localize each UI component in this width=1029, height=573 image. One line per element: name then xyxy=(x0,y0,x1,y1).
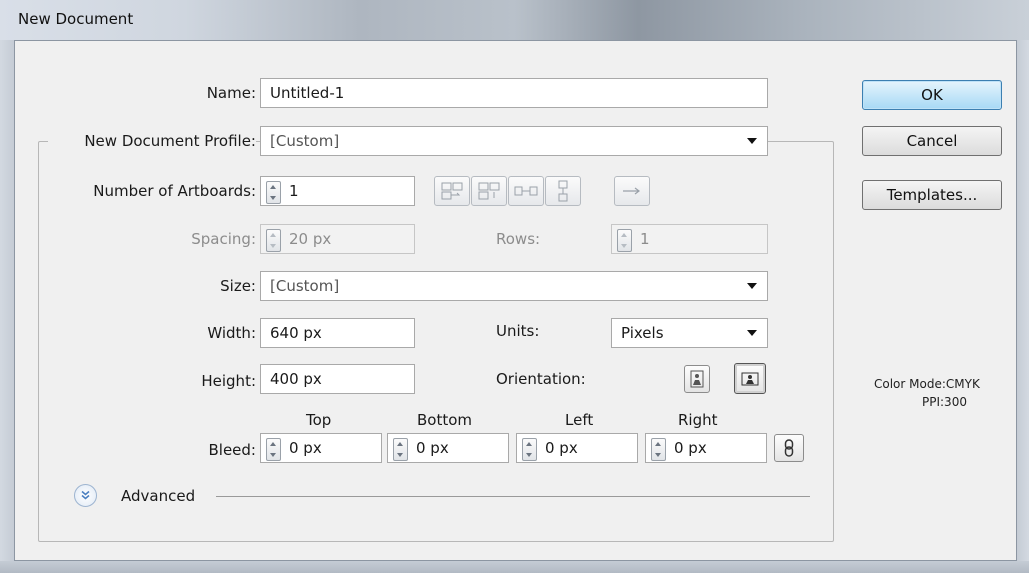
height-input[interactable]: 400 px xyxy=(260,364,415,394)
landscape-orientation-icon[interactable] xyxy=(734,363,766,394)
bleed-bottom-stepper[interactable]: 0 px xyxy=(387,433,509,463)
width-value: 640 px xyxy=(270,324,322,342)
orientation-label: Orientation: xyxy=(496,370,586,388)
dialog-titlebar[interactable] xyxy=(0,0,1029,40)
spacing-stepper[interactable]: 20 px xyxy=(260,224,415,254)
name-input[interactable]: Untitled-1 xyxy=(260,78,768,108)
artboards-label: Number of Artboards: xyxy=(93,182,256,200)
right-to-left-arrow-icon[interactable] xyxy=(614,176,650,206)
chevron-down-icon xyxy=(747,138,757,144)
artboards-value: 1 xyxy=(289,182,299,200)
size-dropdown-value: [Custom] xyxy=(270,277,340,295)
ok-button[interactable]: OK xyxy=(862,80,1002,110)
link-bleed-icon[interactable] xyxy=(774,434,804,462)
bleed-top-value: 0 px xyxy=(289,439,322,457)
units-label: Units: xyxy=(496,322,540,340)
artboards-stepper[interactable]: 1 xyxy=(260,176,415,206)
ppi-info: PPI:300 xyxy=(922,395,967,409)
bleed-label: Bleed: xyxy=(208,441,257,459)
arrange-by-row-icon[interactable] xyxy=(508,176,544,206)
templates-button[interactable]: Templates... xyxy=(862,180,1002,210)
width-label: Width: xyxy=(207,324,256,342)
units-dropdown[interactable]: Pixels xyxy=(611,318,768,348)
bleed-left-label: Left xyxy=(565,411,594,429)
cancel-button[interactable]: Cancel xyxy=(862,126,1002,156)
stepper-arrows-icon[interactable] xyxy=(266,438,281,461)
advanced-label[interactable]: Advanced xyxy=(121,487,195,505)
bleed-bottom-label: Bottom xyxy=(417,411,473,429)
size-dropdown[interactable]: [Custom] xyxy=(260,271,768,301)
stepper-arrows-icon xyxy=(266,229,281,252)
profile-label: New Document Profile: xyxy=(48,132,256,150)
name-label: Name: xyxy=(206,84,256,102)
window-frame-left xyxy=(0,40,14,573)
stepper-arrows-icon[interactable] xyxy=(651,438,666,461)
bleed-right-value: 0 px xyxy=(674,439,707,457)
stepper-arrows-icon[interactable] xyxy=(266,181,281,204)
bleed-bottom-value: 0 px xyxy=(416,439,449,457)
advanced-divider xyxy=(216,496,810,497)
height-value: 400 px xyxy=(270,370,322,388)
advanced-expand-icon[interactable] xyxy=(74,484,97,507)
stepper-arrows-icon[interactable] xyxy=(522,438,537,461)
grid-by-row-icon[interactable] xyxy=(434,176,470,206)
rows-label: Rows: xyxy=(496,230,541,248)
height-label: Height: xyxy=(201,372,256,390)
bleed-right-stepper[interactable]: 0 px xyxy=(645,433,767,463)
size-label: Size: xyxy=(220,277,256,295)
rows-stepper[interactable]: 1 xyxy=(611,224,768,254)
profile-dropdown-value: [Custom] xyxy=(270,132,340,150)
profile-dropdown[interactable]: [Custom] xyxy=(260,126,768,156)
name-input-value: Untitled-1 xyxy=(270,84,345,102)
window-frame-bottom xyxy=(0,561,1029,573)
bleed-right-label: Right xyxy=(678,411,718,429)
spacing-label: Spacing: xyxy=(191,230,256,248)
stepper-arrows-icon xyxy=(617,229,632,252)
portrait-orientation-icon[interactable] xyxy=(684,365,710,393)
color-mode-info: Color Mode:CMYK xyxy=(874,377,980,391)
bleed-top-label: Top xyxy=(306,411,332,429)
grid-by-column-icon[interactable] xyxy=(471,176,507,206)
arrange-by-column-icon[interactable] xyxy=(545,176,581,206)
window-frame-right xyxy=(1017,40,1029,573)
chevron-down-icon xyxy=(747,330,757,336)
stepper-arrows-icon[interactable] xyxy=(393,438,408,461)
width-input[interactable]: 640 px xyxy=(260,318,415,348)
rows-value: 1 xyxy=(640,230,650,248)
dialog-title: New Document xyxy=(18,10,134,28)
bleed-left-value: 0 px xyxy=(545,439,578,457)
chevron-down-icon xyxy=(747,283,757,289)
bleed-left-stepper[interactable]: 0 px xyxy=(516,433,638,463)
bleed-top-stepper[interactable]: 0 px xyxy=(260,433,382,463)
units-dropdown-value: Pixels xyxy=(621,324,664,342)
spacing-value: 20 px xyxy=(289,230,332,248)
